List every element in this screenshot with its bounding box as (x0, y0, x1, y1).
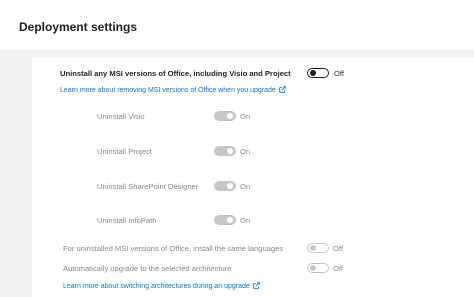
learn-more-remove-msi-link[interactable]: Learn more about removing MSI versions o… (60, 86, 286, 94)
uninstall-project-toggle[interactable] (214, 146, 236, 156)
uninstall-visio-state: On (240, 112, 251, 121)
uninstall-visio-toggle[interactable] (214, 111, 236, 121)
toggle-knob (227, 183, 233, 189)
page-title: Deployment settings (19, 20, 138, 34)
uninstall-visio-label: Uninstall Visio (97, 112, 145, 121)
external-link-icon (253, 282, 260, 289)
upgrade-architecture-state: Off (333, 264, 343, 273)
deployment-settings-page: Deployment settings Uninstall any MSI ve… (0, 0, 474, 297)
install-same-languages-state: Off (333, 244, 343, 253)
uninstall-project-state: On (240, 147, 251, 156)
upgrade-architecture-label: Automatically upgrade to the selected ar… (63, 264, 232, 273)
learn-more-architecture-text: Learn more about switching architectures… (63, 283, 250, 290)
uninstall-infopath-state: On (240, 216, 251, 225)
uninstall-sharepoint-designer-label: Uninstall SharePoint Designer (97, 182, 199, 191)
uninstall-infopath-label: Uninstall InfoPath (97, 216, 157, 225)
uninstall-sharepoint-designer-toggle[interactable] (214, 181, 236, 191)
uninstall-infopath-toggle[interactable] (214, 215, 236, 225)
uninstall-msi-toggle[interactable] (307, 68, 329, 78)
page-header: Deployment settings (0, 0, 474, 50)
upgrade-architecture-toggle[interactable] (307, 263, 329, 273)
learn-more-architecture-link[interactable]: Learn more about switching architectures… (63, 282, 260, 290)
toggle-knob (227, 113, 233, 119)
uninstall-sharepoint-designer-state: On (240, 182, 251, 191)
toggle-knob (310, 265, 316, 271)
uninstall-msi-state: Off (334, 69, 344, 78)
uninstall-project-label: Uninstall Project (97, 147, 152, 156)
install-same-languages-label: For uninstalled MSI versions of Office, … (63, 244, 284, 253)
msi-settings-panel: Uninstall any MSI versions of Office, in… (32, 58, 474, 297)
learn-more-remove-msi-text: Learn more about removing MSI versions o… (60, 87, 276, 94)
toggle-knob (227, 148, 233, 154)
external-link-icon (279, 86, 286, 93)
toggle-knob (310, 69, 316, 76)
toggle-knob (227, 217, 233, 223)
toggle-knob (310, 245, 316, 251)
install-same-languages-toggle[interactable] (307, 243, 329, 253)
uninstall-msi-label: Uninstall any MSI versions of Office, in… (60, 69, 291, 78)
